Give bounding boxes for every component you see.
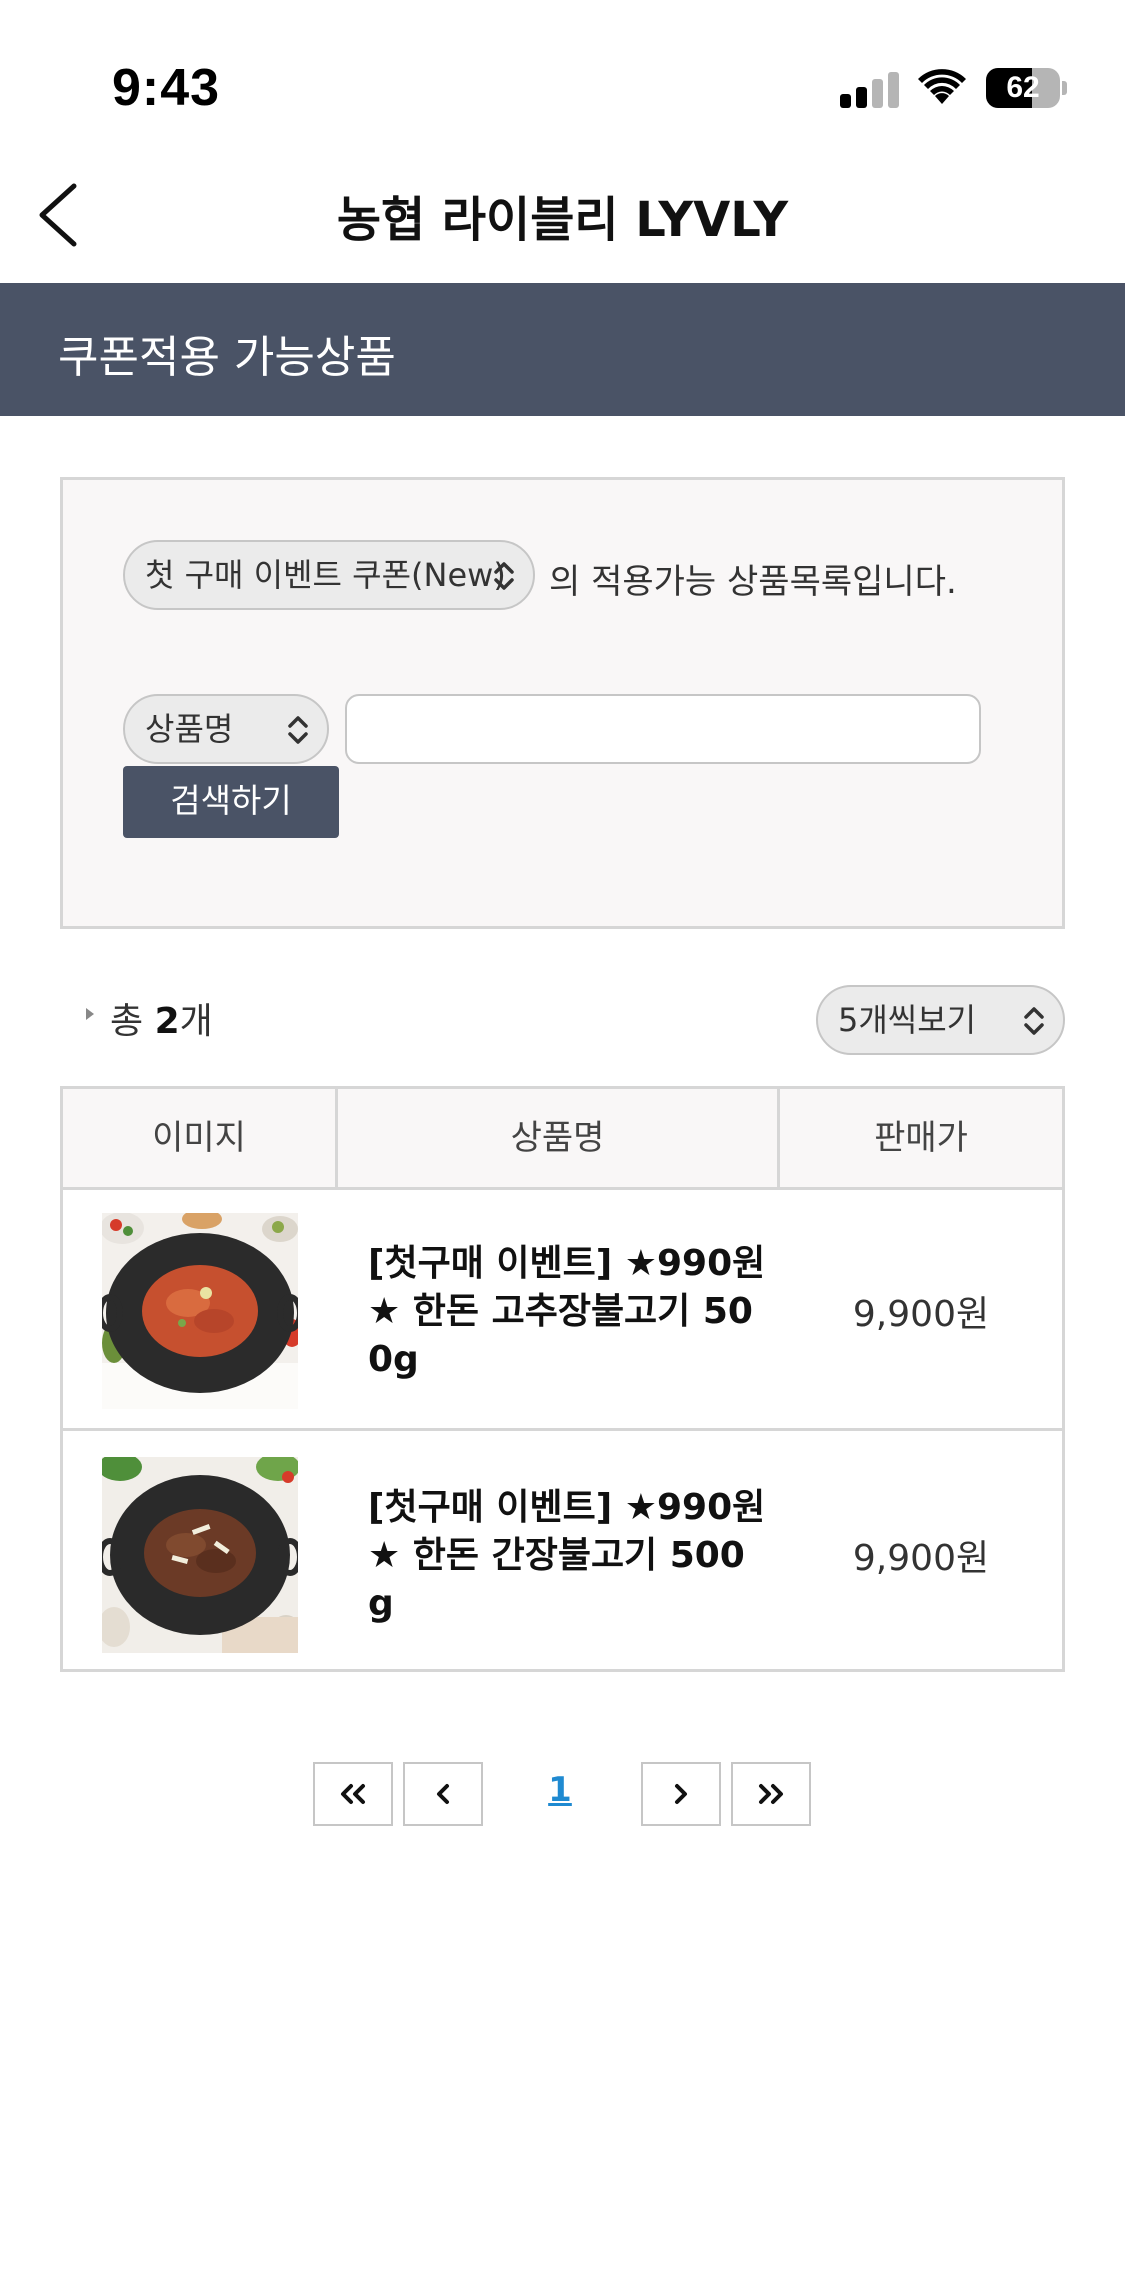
table-row[interactable]: [첫구매 이벤트] ★990원★ 한돈 간장불고기 500g 9,900원 [63,1434,1062,1675]
table-row[interactable]: [첫구매 이벤트] ★990원★ 한돈 고추장불고기 500g 9,900원 [63,1190,1062,1431]
pagination: 1 [0,1762,1125,1826]
bullet-icon [86,1008,94,1020]
product-thumbnail[interactable] [102,1457,298,1653]
battery-percent: 62 [1006,71,1040,104]
select-chevron-icon [288,716,308,744]
search-input[interactable] [345,694,981,764]
prev-page-button[interactable] [403,1762,483,1826]
product-price: 9,900원 [852,1294,990,1335]
nav-bar: 농협 라이블리 LYVLY [0,140,1125,283]
total-count-text: 총 2개 [110,992,213,1044]
status-time: 9:43 [112,59,221,117]
coupon-search-box: 의 적용가능 상품목록입니다. 첫 구매 이벤트 쿠폰(New) 상품명 검색하… [60,477,1065,929]
per-page-value: 5개씩보기 [838,1001,977,1039]
coupon-select-value: 첫 구매 이벤트 쿠폰(New) [145,556,506,594]
product-table: 이미지 상품명 판매가 [첫구매 이벤트] ★990원★ 한돈 고추장불고기 5… [60,1086,1065,1672]
select-chevron-icon [494,562,514,590]
per-page-select[interactable]: 5개씩보기 [816,985,1065,1055]
total-count: 2 [154,1001,180,1042]
column-header-name: 상품명 [338,1089,780,1187]
first-page-button[interactable] [313,1762,393,1826]
next-page-icon [675,1784,687,1804]
column-header-image: 이미지 [63,1089,338,1187]
result-summary: 총 2개 5개씩보기 [60,982,1065,1058]
prev-page-icon [437,1784,449,1804]
section-title: 쿠폰적용 가능상품 [58,332,396,383]
table-header: 이미지 상품명 판매가 [63,1089,1062,1190]
total-prefix: 총 [110,1001,155,1042]
product-name[interactable]: [첫구매 이벤트] ★990원★ 한돈 간장불고기 500g [368,1484,768,1628]
total-suffix: 개 [179,1001,213,1042]
product-thumbnail[interactable] [102,1213,298,1409]
search-field-select[interactable]: 상품명 [123,694,329,764]
product-name[interactable]: [첫구매 이벤트] ★990원★ 한돈 고추장불고기 500g [368,1240,768,1384]
page-title: 농협 라이블리 LYVLY [336,192,789,248]
coupon-select[interactable]: 첫 구매 이벤트 쿠폰(New) [123,540,535,610]
product-price: 9,900원 [852,1538,990,1579]
battery-icon: 62 [986,68,1067,108]
signal-icon [840,72,900,108]
page-number-current[interactable]: 1 [528,1770,592,1810]
column-header-price: 판매가 [874,1118,968,1158]
first-page-icon [341,1784,365,1804]
wifi-icon [916,66,968,106]
select-chevron-icon [1024,1007,1044,1035]
search-field-value: 상품명 [145,710,234,748]
next-page-button[interactable] [641,1762,721,1826]
last-page-button[interactable] [731,1762,811,1826]
status-bar: 9:43 62 [0,0,1125,140]
section-header: 쿠폰적용 가능상품 [0,283,1125,416]
last-page-icon [759,1784,783,1804]
search-button[interactable]: 검색하기 [123,766,339,838]
